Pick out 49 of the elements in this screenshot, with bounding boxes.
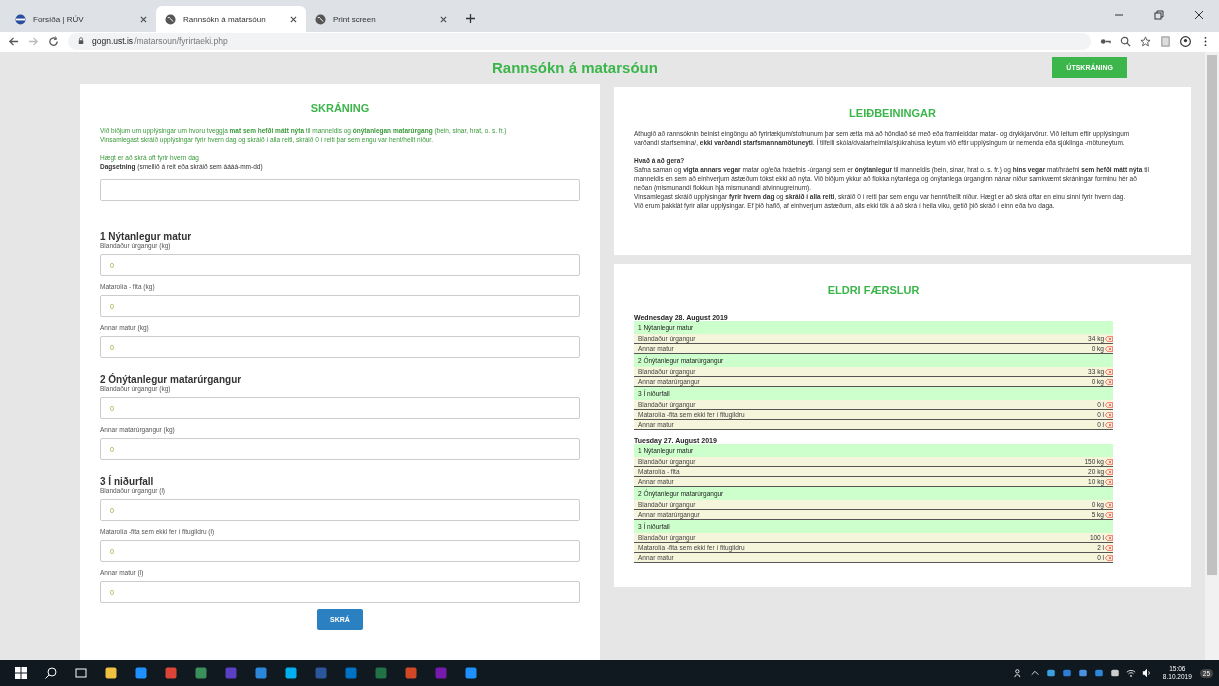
delete-icon[interactable] bbox=[1105, 554, 1113, 561]
ruv-logo-icon bbox=[15, 13, 26, 25]
browser-tab[interactable]: Rannsókn á matarsóun bbox=[156, 6, 306, 32]
delete-icon[interactable] bbox=[1105, 511, 1113, 518]
delete-icon[interactable] bbox=[1105, 378, 1113, 385]
delete-icon[interactable] bbox=[1105, 411, 1113, 418]
delete-icon[interactable] bbox=[1105, 534, 1113, 541]
section-title: 3 Í niðurfall bbox=[100, 476, 155, 487]
close-icon[interactable] bbox=[140, 15, 147, 23]
delete-icon[interactable] bbox=[1105, 368, 1113, 375]
page-title: Rannsókn á matarsóun bbox=[492, 58, 658, 76]
zoom-icon[interactable] bbox=[1120, 35, 1131, 47]
caret-icon[interactable] bbox=[1029, 668, 1040, 678]
delete-icon[interactable] bbox=[1105, 501, 1113, 508]
delete-icon[interactable] bbox=[1105, 468, 1113, 475]
delete-icon[interactable] bbox=[1105, 421, 1113, 428]
delete-icon[interactable] bbox=[1105, 544, 1113, 551]
new-tab-icon[interactable] bbox=[466, 14, 475, 23]
restore-icon[interactable] bbox=[1154, 10, 1164, 20]
windows-start-icon[interactable] bbox=[14, 666, 28, 680]
close-icon[interactable] bbox=[440, 15, 447, 23]
task-view-icon[interactable] bbox=[74, 666, 88, 680]
profile-icon[interactable] bbox=[1180, 35, 1191, 47]
browser-tab[interactable]: Print screen bbox=[306, 6, 456, 32]
close-icon[interactable] bbox=[1194, 10, 1204, 20]
date-field[interactable] bbox=[100, 179, 580, 201]
delete-icon[interactable] bbox=[1105, 478, 1113, 485]
search-icon[interactable] bbox=[44, 666, 58, 680]
url-host: gogn.ust.is bbox=[92, 36, 134, 46]
url-path: /matarsoun/fyrirtaeki.php bbox=[134, 36, 228, 46]
reload-icon[interactable] bbox=[48, 35, 59, 47]
delete-icon[interactable] bbox=[1105, 335, 1113, 342]
browser-tab[interactable]: Forsíða | RÚV bbox=[6, 6, 156, 32]
delete-icon[interactable] bbox=[1105, 345, 1113, 352]
volume-icon[interactable] bbox=[1141, 668, 1152, 678]
section-title: 1 Nýtanlegur matur bbox=[100, 231, 193, 242]
back-icon[interactable] bbox=[8, 35, 19, 47]
lock-icon bbox=[78, 37, 84, 45]
address-bar[interactable]: gogn.ust.is/matarsoun/fyrirtaeki.php bbox=[68, 32, 1091, 50]
star-icon[interactable] bbox=[1140, 35, 1151, 47]
delete-icon[interactable] bbox=[1105, 401, 1113, 408]
section-title: 2 Ónýtanlegur matarúrgangur bbox=[100, 374, 243, 385]
wifi-icon[interactable] bbox=[1125, 668, 1136, 678]
delete-icon[interactable] bbox=[1105, 458, 1113, 465]
instructions-heading: LEIÐBEININGAR bbox=[848, 107, 937, 119]
form-heading: SKRÁNING bbox=[309, 102, 371, 114]
history-heading: ELDRI FÆRSLUR bbox=[826, 284, 921, 296]
scrollbar[interactable] bbox=[1205, 52, 1219, 660]
close-icon[interactable] bbox=[290, 15, 297, 23]
